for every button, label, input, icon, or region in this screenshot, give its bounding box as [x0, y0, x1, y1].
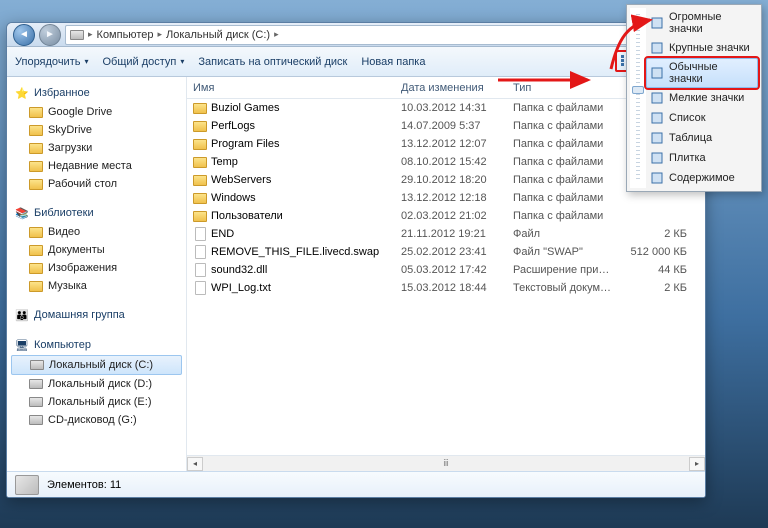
view-option[interactable]: Плитка: [646, 148, 758, 168]
chevron-right-icon: ▸: [157, 29, 162, 40]
view-mode-icon: [650, 151, 664, 165]
view-option[interactable]: Содержимое: [646, 168, 758, 188]
new-folder-button[interactable]: Новая папка: [361, 56, 425, 68]
star-icon: ⭐: [15, 86, 29, 100]
view-mode-icon: [650, 66, 664, 80]
music-icon: [29, 279, 43, 293]
nav-pane: ⭐Избранное Google DriveSkyDriveЗагрузкиН…: [7, 77, 187, 471]
slider-thumb[interactable]: [632, 86, 644, 94]
drive-icon: [15, 475, 39, 495]
status-bar: Элементов: 11: [7, 471, 705, 497]
sidebar-item[interactable]: Рабочий стол: [7, 175, 186, 193]
nav-group-libraries[interactable]: 📚Библиотеки: [7, 203, 186, 223]
sidebar-item[interactable]: SkyDrive: [7, 121, 186, 139]
sidebar-item[interactable]: Google Drive: [7, 103, 186, 121]
sidebar-item[interactable]: Загрузки: [7, 139, 186, 157]
folder-icon: [193, 155, 207, 169]
documents-icon: [29, 243, 43, 257]
status-text: Элементов: 11: [47, 479, 121, 491]
sidebar-item[interactable]: Документы: [7, 241, 186, 259]
hard-drive-icon: [30, 358, 44, 372]
downloads-icon: [29, 141, 43, 155]
view-options-popup: Огромные значкиКрупные значкиОбычные зна…: [626, 4, 762, 192]
desktop-icon: [29, 177, 43, 191]
file-icon: [193, 263, 207, 277]
cd-drive-icon: [29, 413, 43, 427]
sidebar-item[interactable]: Видео: [7, 223, 186, 241]
horizontal-scrollbar[interactable]: ◂ ⅲ ▸: [187, 455, 705, 471]
chevron-right-icon: ▸: [88, 29, 93, 40]
view-option[interactable]: Крупные значки: [646, 38, 758, 58]
drive-icon: [70, 28, 84, 42]
sidebar-item-drive[interactable]: Локальный диск (E:): [7, 393, 186, 411]
homegroup-icon: 👪: [15, 308, 29, 322]
address-bar[interactable]: ▸ Компьютер ▸ Локальный диск (C:) ▸: [65, 25, 671, 45]
view-option[interactable]: Мелкие значки: [646, 88, 758, 108]
file-icon: [193, 227, 207, 241]
nav-group-computer[interactable]: 🖥Компьютер: [7, 335, 186, 355]
folder-icon: [193, 173, 207, 187]
view-mode-icon: [650, 41, 664, 55]
folder-icon: [193, 191, 207, 205]
chevron-down-icon: ▾: [84, 57, 88, 66]
gdrive-icon: [29, 105, 43, 119]
video-icon: [29, 225, 43, 239]
computer-icon: 🖥: [15, 338, 29, 352]
table-row[interactable]: END21.11.2012 19:21Файл2 КБ: [187, 225, 705, 243]
table-row[interactable]: REMOVE_THIS_FILE.livecd.swap25.02.2012 2…: [187, 243, 705, 261]
view-option[interactable]: Обычные значки: [646, 58, 758, 88]
images-icon: [29, 261, 43, 275]
sidebar-item[interactable]: Музыка: [7, 277, 186, 295]
scroll-left-icon[interactable]: ◂: [187, 457, 203, 471]
hard-drive-icon: [29, 395, 43, 409]
table-row[interactable]: WPI_Log.txt15.03.2012 18:44Текстовый док…: [187, 279, 705, 297]
libraries-icon: 📚: [15, 206, 29, 220]
nav-group-favorites[interactable]: ⭐Избранное: [7, 83, 186, 103]
hard-drive-icon: [29, 377, 43, 391]
sidebar-item-drive[interactable]: Локальный диск (C:): [11, 355, 182, 375]
organize-button[interactable]: Упорядочить▾: [15, 56, 88, 68]
nav-group-homegroup[interactable]: 👪Домашняя группа: [7, 305, 186, 325]
explorer-window: ◄ ► ▸ Компьютер ▸ Локальный диск (C:) ▸ …: [6, 22, 706, 498]
table-row[interactable]: sound32.dll05.03.2012 17:42Расширение пр…: [187, 261, 705, 279]
view-mode-icon: [650, 131, 664, 145]
file-icon: [193, 281, 207, 295]
folder-icon: [193, 101, 207, 115]
breadcrumb-seg[interactable]: Компьютер: [97, 29, 154, 41]
column-date[interactable]: Дата изменения: [401, 82, 513, 94]
view-option[interactable]: Таблица: [646, 128, 758, 148]
burn-button[interactable]: Записать на оптический диск: [198, 56, 347, 68]
command-bar: Упорядочить▾ Общий доступ▾ Записать на о…: [7, 47, 705, 77]
sidebar-item[interactable]: Изображения: [7, 259, 186, 277]
skydrive-icon: [29, 123, 43, 137]
back-button[interactable]: ◄: [13, 24, 35, 46]
scroll-right-icon[interactable]: ▸: [689, 457, 705, 471]
titlebar: ◄ ► ▸ Компьютер ▸ Локальный диск (C:) ▸ …: [7, 23, 705, 47]
view-mode-icon: [650, 111, 664, 125]
file-icon: [193, 245, 207, 259]
view-option[interactable]: Огромные значки: [646, 8, 758, 38]
sidebar-item-drive[interactable]: Локальный диск (D:): [7, 375, 186, 393]
chevron-down-icon: ▾: [180, 57, 184, 66]
column-name[interactable]: Имя: [187, 82, 401, 94]
breadcrumb-seg[interactable]: Локальный диск (C:): [166, 29, 270, 41]
view-mode-icon: [650, 16, 664, 30]
forward-button[interactable]: ►: [39, 24, 61, 46]
sidebar-item[interactable]: Недавние места: [7, 157, 186, 175]
sidebar-item-drive[interactable]: CD-дисковод (G:): [7, 411, 186, 429]
folder-icon: [193, 119, 207, 133]
folder-icon: [193, 137, 207, 151]
view-mode-icon: [650, 91, 664, 105]
view-option[interactable]: Список: [646, 108, 758, 128]
view-size-slider[interactable]: [630, 8, 646, 188]
table-row[interactable]: Пользователи02.03.2012 21:02Папка с файл…: [187, 207, 705, 225]
share-button[interactable]: Общий доступ▾: [102, 56, 184, 68]
column-type[interactable]: Тип: [513, 82, 627, 94]
view-mode-icon: [650, 171, 664, 185]
folder-icon: [193, 209, 207, 223]
chevron-right-icon: ▸: [274, 29, 279, 40]
recent-icon: [29, 159, 43, 173]
